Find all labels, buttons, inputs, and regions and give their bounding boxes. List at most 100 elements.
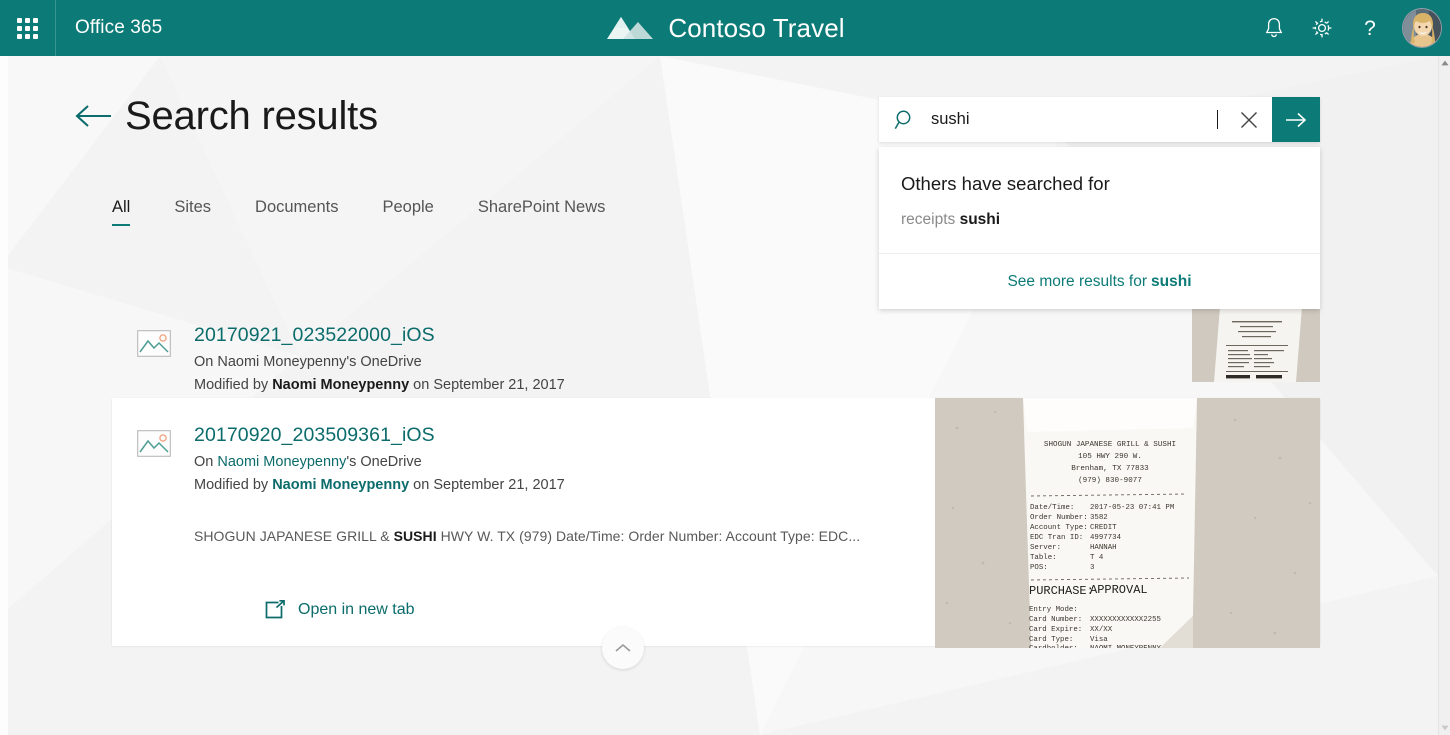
avatar [1402, 8, 1442, 48]
receipt-thumbnail-image [1192, 307, 1320, 382]
modified-prefix: Modified by [194, 377, 272, 393]
result-location: On Naomi Moneypenny's OneDrive [194, 351, 1320, 374]
page-title: Search results [125, 96, 378, 136]
svg-text:POS:: POS: [1030, 564, 1048, 572]
search-suggestions-panel: Others have searched for receipts sushi … [879, 147, 1320, 309]
tab-people[interactable]: People [382, 198, 433, 226]
scrollbar-thumb[interactable] [1439, 70, 1450, 370]
avatar-photo [1403, 9, 1442, 48]
photo-file-icon [132, 430, 176, 646]
svg-text:Card Number:: Card Number: [1029, 616, 1082, 624]
suggestion-item[interactable]: receipts sushi [879, 195, 1320, 253]
svg-text:?: ? [1364, 17, 1376, 40]
collapse-button[interactable] [602, 627, 644, 669]
svg-text:Entry Mode:: Entry Mode: [1029, 606, 1078, 614]
modified-author[interactable]: Naomi Moneypenny [272, 377, 409, 393]
suite-actions: ? [1250, 0, 1450, 56]
left-rail [0, 56, 8, 735]
suggestion-prefix: receipts [901, 211, 960, 228]
tab-sites[interactable]: Sites [174, 198, 211, 226]
account-button[interactable] [1394, 0, 1450, 56]
svg-text:Brenham, TX 77833: Brenham, TX 77833 [1071, 465, 1149, 473]
question-mark-icon: ? [1359, 16, 1381, 40]
modified-prefix: Modified by [194, 477, 272, 493]
search-icon [894, 109, 916, 131]
modified-date: on September 21, 2017 [409, 477, 565, 493]
submit-search-button[interactable] [1272, 97, 1320, 142]
text-cursor [1217, 110, 1218, 129]
see-more-results-link[interactable]: See more results for sushi [879, 253, 1320, 309]
location-suffix: 's OneDrive [346, 354, 421, 370]
result-tabs: All Sites Documents People SharePoint Ne… [112, 198, 605, 226]
svg-text:XX/XX: XX/XX [1090, 626, 1113, 634]
brand-block: Contoso Travel [0, 13, 1450, 44]
search-area: Others have searched for receipts sushi … [879, 97, 1320, 309]
location-owner[interactable]: Naomi Moneypenny [217, 454, 346, 470]
svg-text:T 4: T 4 [1090, 554, 1104, 562]
svg-text:4997734: 4997734 [1090, 534, 1122, 542]
gear-icon [1310, 16, 1334, 40]
result-title[interactable]: 20170920_203509361_iOS [194, 424, 435, 447]
modified-author[interactable]: Naomi Moneypenny [272, 477, 409, 493]
svg-text:Account Type:: Account Type: [1030, 524, 1088, 532]
scroll-up-button[interactable] [1439, 56, 1450, 70]
photo-file-icon [132, 330, 176, 398]
svg-text:PURCHASE:: PURCHASE: [1029, 584, 1094, 598]
scroll-up-arrow-icon [1441, 60, 1449, 66]
waffle-icon [17, 18, 38, 39]
location-suffix: 's OneDrive [346, 454, 421, 470]
tab-all[interactable]: All [112, 198, 130, 226]
page-scrollbar[interactable] [1438, 56, 1450, 735]
brand-name: Contoso Travel [668, 13, 844, 44]
svg-text:Date/Time:: Date/Time: [1030, 504, 1074, 512]
bell-icon [1263, 16, 1285, 40]
search-input[interactable] [931, 97, 1218, 142]
svg-text:NAOMI MONEYPENNY: NAOMI MONEYPENNY [1090, 645, 1162, 648]
open-in-new-tab-link[interactable]: Open in new tab [264, 600, 415, 620]
suite-title[interactable]: Office 365 [75, 17, 162, 39]
app-launcher-button[interactable] [0, 0, 56, 56]
result-thumbnail[interactable] [1192, 307, 1320, 382]
notifications-button[interactable] [1250, 0, 1298, 56]
svg-text:3: 3 [1090, 564, 1094, 572]
svg-text:Order Number:: Order Number: [1030, 514, 1088, 522]
svg-text:3582: 3582 [1090, 514, 1108, 522]
result-modified: Modified by Naomi Moneypenny on Septembe… [194, 374, 1320, 397]
svg-text:Table:: Table: [1030, 554, 1057, 562]
svg-text:APPROVAL: APPROVAL [1090, 583, 1148, 597]
arrow-right-icon [1284, 110, 1308, 130]
suite-bar: Office 365 Contoso Travel [0, 0, 1450, 56]
snippet-match: SUSHI [394, 528, 437, 544]
search-box[interactable] [879, 97, 1320, 142]
see-more-query: sushi [1151, 273, 1191, 291]
tab-documents[interactable]: Documents [255, 198, 338, 226]
location-owner[interactable]: Naomi Moneypenny [217, 354, 346, 370]
back-arrow-icon[interactable] [75, 101, 113, 131]
help-button[interactable]: ? [1346, 0, 1394, 56]
search-button[interactable] [879, 97, 931, 142]
settings-button[interactable] [1298, 0, 1346, 56]
scroll-down-button[interactable] [1439, 721, 1450, 735]
result-title[interactable]: 20170921_023522000_iOS [194, 324, 435, 347]
tab-sharepoint-news[interactable]: SharePoint News [478, 198, 605, 226]
svg-text:Server:: Server: [1030, 544, 1061, 552]
svg-text:Visa: Visa [1090, 636, 1108, 644]
results-list: 20170921_023522000_iOS On Naomi Moneypen… [112, 298, 1320, 646]
result-preview-image[interactable]: SHOGUN JAPANESE GRILL & SUSHI 105 HWY 29… [935, 398, 1320, 648]
page-header: Search results [75, 96, 378, 136]
page-canvas: Search results All Sites Documents Peopl… [0, 56, 1438, 735]
result-item-selected[interactable]: 20170920_203509361_iOS On Naomi Moneypen… [112, 398, 1320, 646]
clear-search-button[interactable] [1226, 97, 1272, 142]
svg-text:XXXXXXXXXXXX2255: XXXXXXXXXXXX2255 [1090, 616, 1161, 624]
open-in-new-window-icon [264, 600, 286, 620]
svg-text:SHOGUN JAPANESE GRILL & SUSHI: SHOGUN JAPANESE GRILL & SUSHI [1044, 441, 1176, 449]
result-item[interactable]: 20170921_023522000_iOS On Naomi Moneypen… [112, 298, 1320, 398]
snippet-after: HWY W. TX (979) Date/Time: Order Number:… [437, 528, 861, 544]
svg-text:(979) 830-9077: (979) 830-9077 [1078, 477, 1142, 485]
svg-text:CREDIT: CREDIT [1090, 524, 1117, 532]
see-more-label: See more results for [1007, 273, 1147, 291]
svg-text:Card Type:: Card Type: [1029, 636, 1073, 644]
chevron-up-icon [614, 642, 632, 654]
mountain-logo-icon [605, 13, 657, 43]
svg-text:Cardholder:: Cardholder: [1029, 645, 1078, 648]
